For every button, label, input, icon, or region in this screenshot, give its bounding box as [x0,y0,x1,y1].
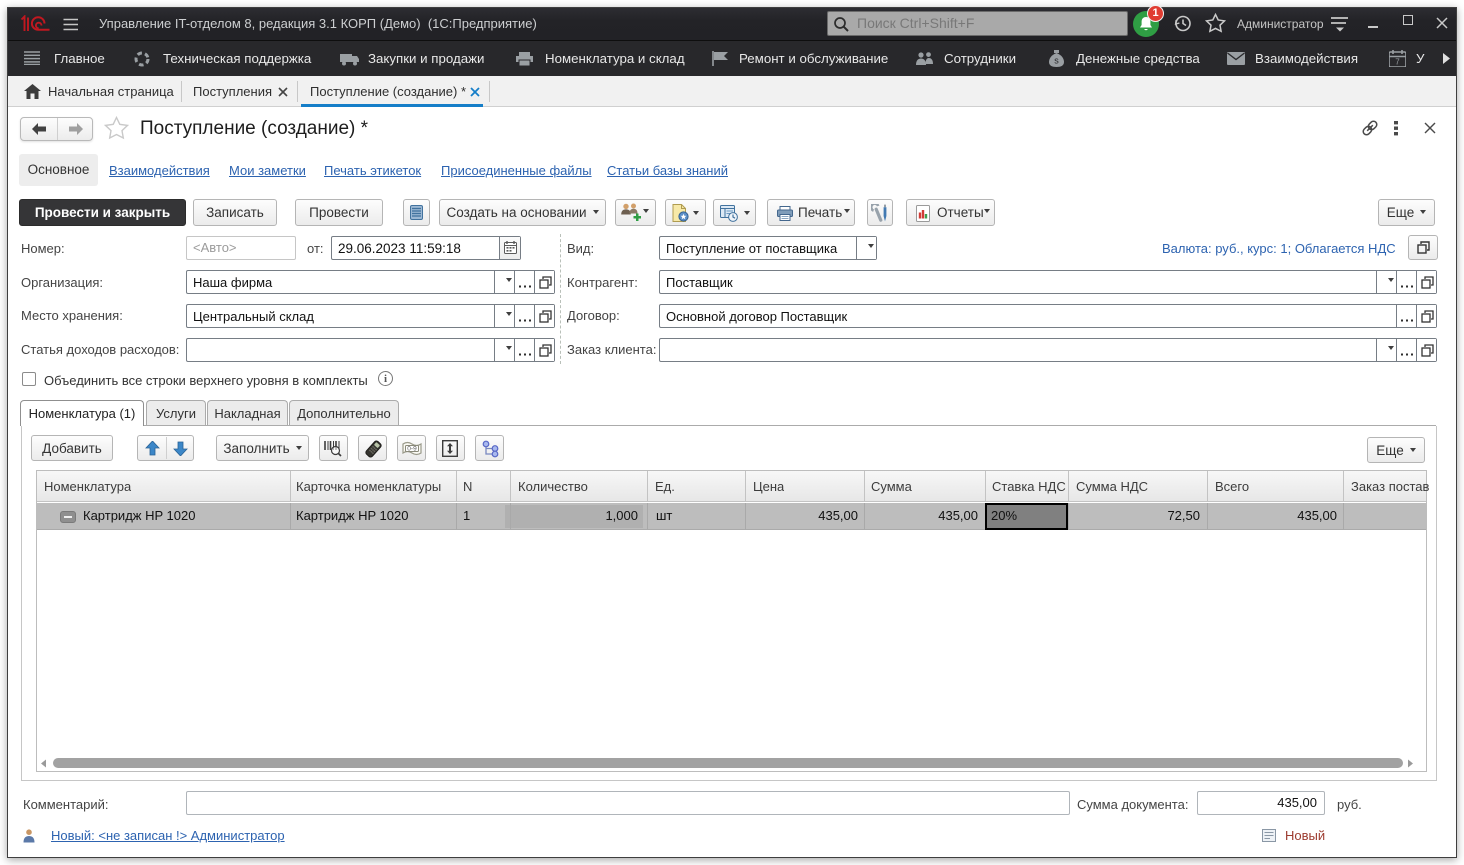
svg-text:7: 7 [1395,58,1400,67]
svg-text:s: s [1054,56,1059,66]
